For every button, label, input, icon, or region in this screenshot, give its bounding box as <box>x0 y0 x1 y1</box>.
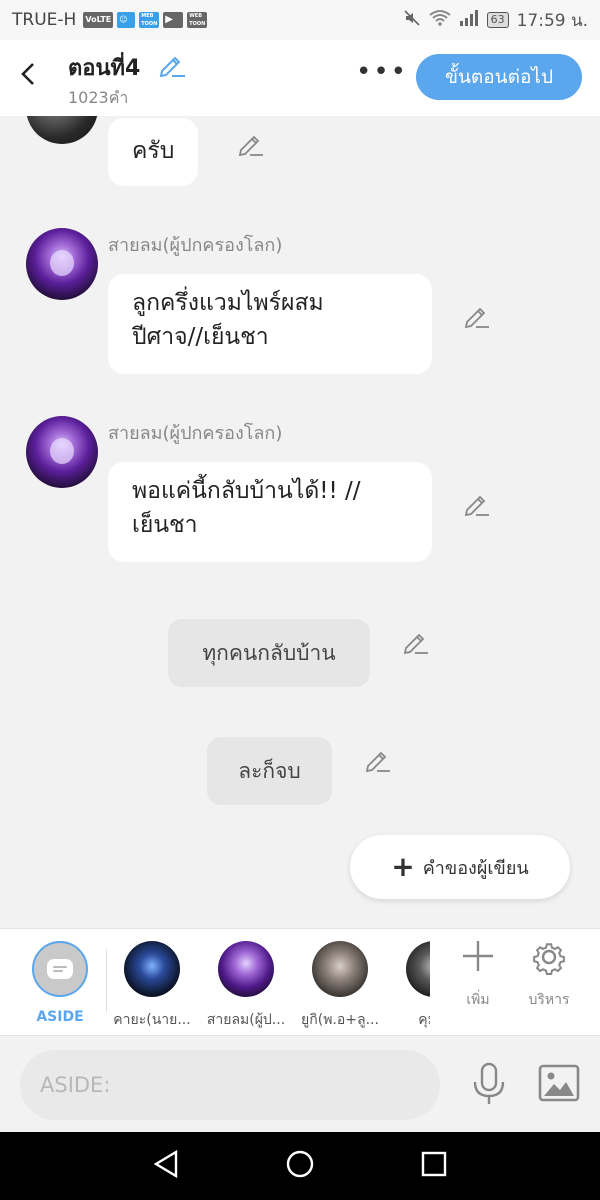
volte-icon: VoLTE <box>83 12 114 28</box>
battery-indicator: 63 <box>486 12 509 28</box>
narration-bubble[interactable]: ละก็จบ <box>207 737 332 805</box>
avatar <box>124 941 180 997</box>
aside-label: ASIDE <box>36 1009 84 1025</box>
back-triangle-icon[interactable] <box>152 1148 182 1180</box>
speech-bubble-icon <box>47 959 73 979</box>
message-bubble[interactable]: ครับ <box>108 118 199 186</box>
speaker-name: สายลม(ผู้ปกครองโลก) <box>108 423 283 444</box>
avatar <box>218 941 274 997</box>
character-list: คายะ(นาย... สายลม(ผู้ป... ยูกิ(พ.อ+ลู...… <box>110 929 430 1035</box>
edit-title-pencil-icon[interactable] <box>158 52 186 82</box>
character-name: สายลม(ผู้ป... <box>206 1012 286 1028</box>
youtube-icon: ▶ <box>163 12 184 28</box>
divider <box>106 949 107 1013</box>
message-line: พอแค่นี้กลับบ้านได้!! // <box>132 478 361 504</box>
edit-pencil-icon[interactable] <box>402 628 430 656</box>
edit-pencil-icon[interactable] <box>463 302 491 330</box>
mute-icon <box>403 9 421 32</box>
plus-icon: + <box>391 850 415 883</box>
chat-area: ครับ สายลม(ผู้ปกครองโลก) ลูกครึ่งแวมไพร์… <box>0 116 600 928</box>
plus-icon <box>463 941 493 971</box>
avatar[interactable] <box>26 228 98 300</box>
avatar <box>406 941 430 997</box>
more-horizontal-icon[interactable]: ••• <box>356 59 408 85</box>
aside-input[interactable] <box>20 1050 440 1120</box>
author-note-button[interactable]: + คำของผู้เขียน <box>350 835 570 899</box>
wifi-icon <box>428 9 451 32</box>
home-circle-icon[interactable] <box>284 1148 316 1180</box>
speaker-name: สายลม(ผู้ปกครองโลก) <box>108 235 283 256</box>
avatar[interactable] <box>26 116 98 144</box>
next-step-button[interactable]: ขั้นตอนต่อไป <box>416 54 582 100</box>
status-bar: TRUE-H VoLTE ☺ MEB TOON ▶ WEB TOON 63 17… <box>0 0 600 40</box>
character-name: คายะ(นาย... <box>113 1012 191 1028</box>
signal-icon <box>459 9 479 31</box>
edit-pencil-icon[interactable] <box>364 746 392 774</box>
add-character-button[interactable]: เพิ่ม <box>450 939 506 1011</box>
system-nav-bar <box>0 1132 600 1200</box>
chevron-left-icon[interactable] <box>16 60 40 88</box>
author-note-label: คำของผู้เขียน <box>422 857 529 879</box>
message-line: ลูกครึ่งแวมไพร์ผสม <box>132 290 324 316</box>
avatar[interactable] <box>26 416 98 488</box>
microphone-icon[interactable] <box>470 1062 508 1110</box>
person-icon: ☺ <box>117 12 136 28</box>
carrier-name: TRUE-H <box>12 10 77 30</box>
webtoon-icon: WEB TOON <box>187 12 208 28</box>
episode-title: ตอนที่4 <box>68 56 141 81</box>
manage-button[interactable]: บริหาร <box>520 939 578 1011</box>
message-line: เย็นชา <box>132 512 198 538</box>
clock: 17:59 น. <box>516 10 588 31</box>
avatar <box>312 941 368 997</box>
character-name: คุมะ( <box>418 1012 430 1028</box>
gear-icon <box>533 943 565 976</box>
message-bubble[interactable]: พอแค่นี้กลับบ้านได้!! // เย็นชา <box>108 462 432 562</box>
episode-header: ตอนที่4 1023คำ ••• ขั้นตอนต่อไป <box>0 40 600 116</box>
add-label: เพิ่ม <box>466 992 490 1008</box>
message-line: ปีศาจ//เย็นชา <box>132 324 269 350</box>
character-bar: ASIDE คายะ(นาย... สายลม(ผู้ป... ยูกิ(พ.อ… <box>0 928 600 1036</box>
manage-label: บริหาร <box>528 992 570 1008</box>
narration-bubble[interactable]: ทุกคนกลับบ้าน <box>168 619 370 687</box>
image-icon[interactable] <box>538 1064 580 1106</box>
meb-toon-icon: MEB TOON <box>139 12 160 28</box>
message-bubble[interactable]: ลูกครึ่งแวมไพร์ผสม ปีศาจ//เย็นชา <box>108 274 432 374</box>
edit-pencil-icon[interactable] <box>463 490 491 518</box>
recents-square-icon[interactable] <box>420 1148 448 1180</box>
edit-pencil-icon[interactable] <box>237 130 265 158</box>
word-count: 1023คำ <box>68 88 129 107</box>
compose-bar <box>0 1036 600 1132</box>
aside-button[interactable] <box>32 941 88 997</box>
character-name: ยูกิ(พ.อ+ลู... <box>301 1012 379 1028</box>
